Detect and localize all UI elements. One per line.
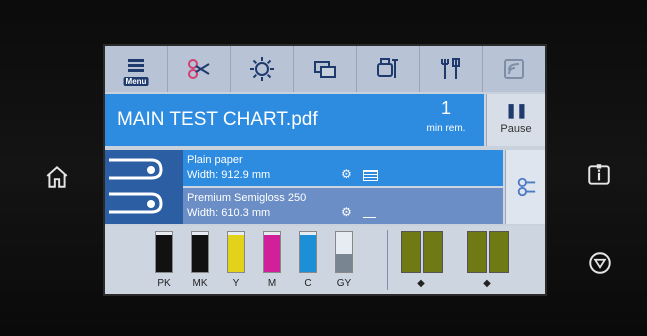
ink-status-area[interactable]: PK MK Y M C GY ◆ ◆ bbox=[105, 226, 545, 294]
time-remaining: 1 min rem. bbox=[408, 94, 484, 146]
ink-label: Y bbox=[232, 278, 240, 289]
remaining-unit: min rem. bbox=[426, 123, 466, 134]
pause-button[interactable]: ❚❚ Pause bbox=[486, 94, 545, 146]
scissors-icon bbox=[188, 59, 210, 79]
ink-label: GY bbox=[336, 278, 352, 289]
ink-cartridge-mk bbox=[191, 231, 209, 273]
ink-drop-icon: ◆ bbox=[483, 278, 491, 289]
ink-cartridge-c bbox=[299, 231, 317, 273]
ink-label: M bbox=[267, 278, 277, 289]
remaining-value: 1 bbox=[440, 98, 451, 118]
windows-icon bbox=[314, 61, 336, 78]
touch-screen: Menu MAIN TEST CHART.pdf 1 min rem. ❚❚ P bbox=[103, 44, 547, 296]
printer-maintenance-button[interactable] bbox=[357, 46, 420, 92]
info-icon[interactable] bbox=[579, 155, 619, 195]
maintenance-cartridge bbox=[489, 231, 509, 273]
job-name[interactable]: MAIN TEST CHART.pdf bbox=[105, 94, 408, 146]
roll1-type: Plain paper bbox=[187, 154, 243, 166]
roll-feed-icon: ⚙ bbox=[341, 167, 352, 181]
ink-drop-icon: ◆ bbox=[417, 278, 425, 289]
maintenance-cartridge bbox=[467, 231, 487, 273]
settings-button[interactable] bbox=[231, 46, 294, 92]
roll2-type: Premium Semigloss 250 bbox=[187, 192, 307, 204]
divider bbox=[387, 230, 388, 290]
windows-button[interactable] bbox=[294, 46, 357, 92]
paper-roll-1[interactable]: Plain paper Width: 912.9 mm ⚙ bbox=[183, 150, 503, 186]
maintenance-cartridge bbox=[423, 231, 443, 273]
roll2-width: Width: 610.3 mm bbox=[187, 207, 271, 219]
maintenance-cartridge bbox=[401, 231, 421, 273]
ink-cartridge-m bbox=[263, 231, 281, 273]
paper-level-icon bbox=[363, 170, 378, 181]
paper-rolls-icon bbox=[105, 150, 183, 224]
paper-settings-button[interactable] bbox=[505, 150, 545, 224]
toolbar: Menu bbox=[105, 46, 545, 92]
roll1-width: Width: 912.9 mm bbox=[187, 169, 271, 181]
pause-icon: ❚❚ bbox=[505, 102, 527, 118]
tools-icon bbox=[441, 58, 460, 79]
home-icon[interactable] bbox=[37, 157, 77, 197]
roll-feed-icon: ⚙ bbox=[341, 205, 352, 219]
wifi-button[interactable] bbox=[483, 46, 545, 92]
menu-button[interactable]: Menu bbox=[105, 46, 168, 92]
tools-button[interactable] bbox=[420, 46, 483, 92]
paper-area: Plain paper Width: 912.9 mm ⚙ Premium Se… bbox=[105, 150, 545, 224]
settings-icon bbox=[250, 57, 274, 81]
paper-roll-2[interactable]: Premium Semigloss 250 Width: 610.3 mm ⚙ bbox=[183, 188, 503, 224]
ink-cartridge-pk bbox=[155, 231, 173, 273]
pause-label: Pause bbox=[500, 123, 532, 135]
paper-feed-icon bbox=[517, 177, 535, 197]
printer-maintenance-icon bbox=[377, 58, 398, 78]
ink-cartridge-gy bbox=[335, 231, 353, 273]
ink-cartridge-y bbox=[227, 231, 245, 273]
menu-label: Menu bbox=[123, 77, 149, 86]
cut-button[interactable] bbox=[168, 46, 231, 92]
wifi-icon bbox=[504, 59, 524, 79]
job-bar: MAIN TEST CHART.pdf 1 min rem. ❚❚ Pause bbox=[105, 94, 545, 146]
stop-icon[interactable] bbox=[582, 245, 618, 281]
ink-label: PK bbox=[157, 278, 171, 289]
paper-level-icon bbox=[363, 208, 376, 218]
ink-label: MK bbox=[192, 278, 208, 289]
ink-label: C bbox=[304, 278, 312, 289]
